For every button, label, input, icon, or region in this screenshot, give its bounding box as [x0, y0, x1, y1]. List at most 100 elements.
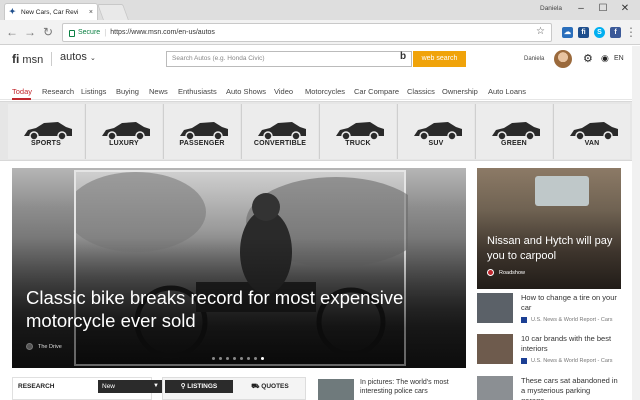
user-name[interactable]: Daniela — [524, 56, 544, 62]
list-item[interactable]: In pictures: The world's most interestin… — [318, 377, 466, 400]
nav-item-car-compare[interactable]: Car Compare — [354, 87, 399, 96]
gear-icon[interactable]: ⚙ — [583, 52, 593, 65]
car-icon — [258, 122, 306, 141]
nav-item-enthusiasts[interactable]: Enthusiasts — [178, 87, 217, 96]
address-bar[interactable]: Secure | https://www.msn.com/en-us/autos… — [62, 23, 552, 42]
tab-listings[interactable]: ⚲ LISTINGS — [165, 380, 233, 393]
category-divider — [85, 104, 86, 159]
extension-msn-icon[interactable]: ﬁ — [578, 27, 589, 38]
browser-toolbar: ← → ↻ Secure | https://www.msn.com/en-us… — [0, 20, 640, 45]
category-label: SUV — [428, 140, 444, 147]
nav-item-auto-loans[interactable]: Auto Loans — [488, 87, 526, 96]
page-scrollbar[interactable] — [632, 46, 640, 400]
car-icon: ⛟ — [251, 383, 260, 390]
list-item-title[interactable]: How to change a tire on your car — [521, 293, 621, 313]
web-search-button[interactable]: web search — [413, 51, 466, 67]
carousel-dot[interactable] — [261, 357, 264, 360]
carousel-dot[interactable] — [233, 357, 236, 360]
nav-item-buying[interactable]: Buying — [116, 87, 139, 96]
list-item-title[interactable]: 10 car brands with the best interiors — [521, 334, 621, 354]
list-item[interactable]: 10 car brands with the best interiors U.… — [477, 334, 621, 370]
listings-quotes-widget: ⚲ LISTINGS ⛟ QUOTES — [162, 377, 306, 400]
nav-item-research[interactable]: Research — [42, 87, 74, 96]
category-suv[interactable]: SUV — [398, 104, 474, 159]
category-label: PASSENGER — [179, 140, 225, 147]
category-green[interactable]: GREEN — [476, 104, 552, 159]
maximize-icon[interactable]: ☐ — [596, 3, 610, 14]
hero-gradient — [12, 168, 466, 368]
carousel-dot[interactable] — [240, 357, 243, 360]
category-divider — [553, 104, 554, 159]
category-passenger[interactable]: PASSENGER — [164, 104, 240, 159]
url-text[interactable]: https://www.msn.com/en-us/autos — [110, 29, 215, 36]
extension-cloud-icon[interactable]: ☁ — [562, 27, 573, 38]
tab-title: New Cars, Car Revi — [21, 8, 79, 16]
carousel-dot[interactable] — [226, 357, 229, 360]
browser-menu-icon[interactable]: ⋮ — [624, 25, 638, 39]
category-strip: SPORTS LUXURY PASSENGER CONVERTIBLE TRUCK SUV… — [0, 101, 640, 161]
category-truck[interactable]: TRUCK — [320, 104, 396, 159]
feature-card[interactable]: Nissan and Hytch will pay you to carpool… — [477, 168, 621, 289]
chevron-down-icon: ▼ — [153, 383, 159, 389]
new-tab-button[interactable] — [97, 4, 129, 20]
browser-tab-active[interactable]: ✦ New Cars, Car Revi × — [4, 3, 98, 20]
minimize-icon[interactable]: – — [574, 3, 588, 14]
tab-quotes[interactable]: ⛟ QUOTES — [237, 380, 303, 393]
category-sports[interactable]: SPORTS — [8, 104, 84, 159]
list-item-title[interactable]: In pictures: The world's most interestin… — [360, 378, 466, 396]
bing-icon: b — [400, 51, 407, 62]
nav-item-auto-shows[interactable]: Auto Shows — [226, 87, 266, 96]
category-luxury[interactable]: LUXURY — [86, 104, 162, 159]
extension-facebook-icon[interactable]: f — [610, 27, 621, 38]
nav-item-motorcycles[interactable]: Motorcycles — [305, 87, 345, 96]
close-window-icon[interactable]: ✕ — [618, 3, 632, 14]
car-icon — [414, 122, 462, 141]
language-label[interactable]: EN — [614, 55, 624, 62]
search-icon: ⚲ — [180, 383, 186, 390]
category-divider — [163, 104, 164, 159]
browser-profile-name[interactable]: Daniela — [540, 5, 562, 12]
carousel-dot[interactable] — [254, 357, 257, 360]
url-separator: | — [104, 28, 107, 37]
close-tab-icon[interactable]: × — [89, 9, 93, 16]
avatar[interactable] — [554, 50, 572, 68]
hero-source: The Drive — [38, 344, 62, 350]
carousel-dot[interactable] — [212, 357, 215, 360]
section-menu[interactable]: autos ⌄ — [60, 51, 96, 63]
research-select[interactable]: New ▼ — [98, 380, 163, 393]
research-label: RESEARCH — [18, 383, 55, 390]
bookmark-star-icon[interactable]: ☆ — [536, 26, 545, 37]
category-van[interactable]: VAN — [554, 104, 630, 159]
search-input[interactable]: Search Autos (e.g. Honda Civic) — [166, 51, 412, 67]
reload-icon[interactable]: ↻ — [41, 25, 55, 39]
list-item[interactable]: These cars sat abandoned in a mysterious… — [477, 376, 621, 400]
carousel-dot[interactable] — [247, 357, 250, 360]
source-logo-icon — [521, 317, 527, 323]
list-item-title[interactable]: These cars sat abandoned in a mysterious… — [521, 376, 621, 400]
forward-icon[interactable]: → — [23, 25, 37, 39]
carousel-dot[interactable] — [219, 357, 222, 360]
car-window-photo — [535, 176, 589, 206]
car-icon — [102, 122, 150, 141]
globe-icon[interactable]: ◉ — [601, 53, 609, 64]
nav-item-listings[interactable]: Listings — [81, 87, 106, 96]
tab-listings-label: LISTINGS — [187, 383, 218, 390]
secure-label: Secure — [78, 29, 101, 36]
story-thumbnail — [477, 334, 513, 364]
list-item[interactable]: How to change a tire on your car U.S. Ne… — [477, 293, 621, 329]
nav-item-news[interactable]: News — [149, 87, 168, 96]
extension-skype-icon[interactable]: S — [594, 27, 605, 38]
back-icon[interactable]: ← — [5, 25, 19, 39]
nav-item-ownership[interactable]: Ownership — [442, 87, 478, 96]
nav-item-classics[interactable]: Classics — [407, 87, 435, 96]
roadshow-logo-icon — [487, 269, 494, 276]
hero-title[interactable]: Classic bike breaks record for most expe… — [26, 286, 426, 332]
chevron-down-icon: ⌄ — [89, 55, 96, 62]
nav-item-video[interactable]: Video — [274, 87, 293, 96]
feature-card-title[interactable]: Nissan and Hytch will pay you to carpool — [487, 234, 619, 264]
category-convertible[interactable]: CONVERTIBLE — [242, 104, 318, 159]
hero-story[interactable]: Classic bike breaks record for most expe… — [12, 168, 466, 368]
car-icon — [570, 122, 618, 141]
nav-item-today[interactable]: Today — [12, 87, 32, 96]
msn-logo[interactable]: ﬁ msn — [12, 52, 43, 66]
